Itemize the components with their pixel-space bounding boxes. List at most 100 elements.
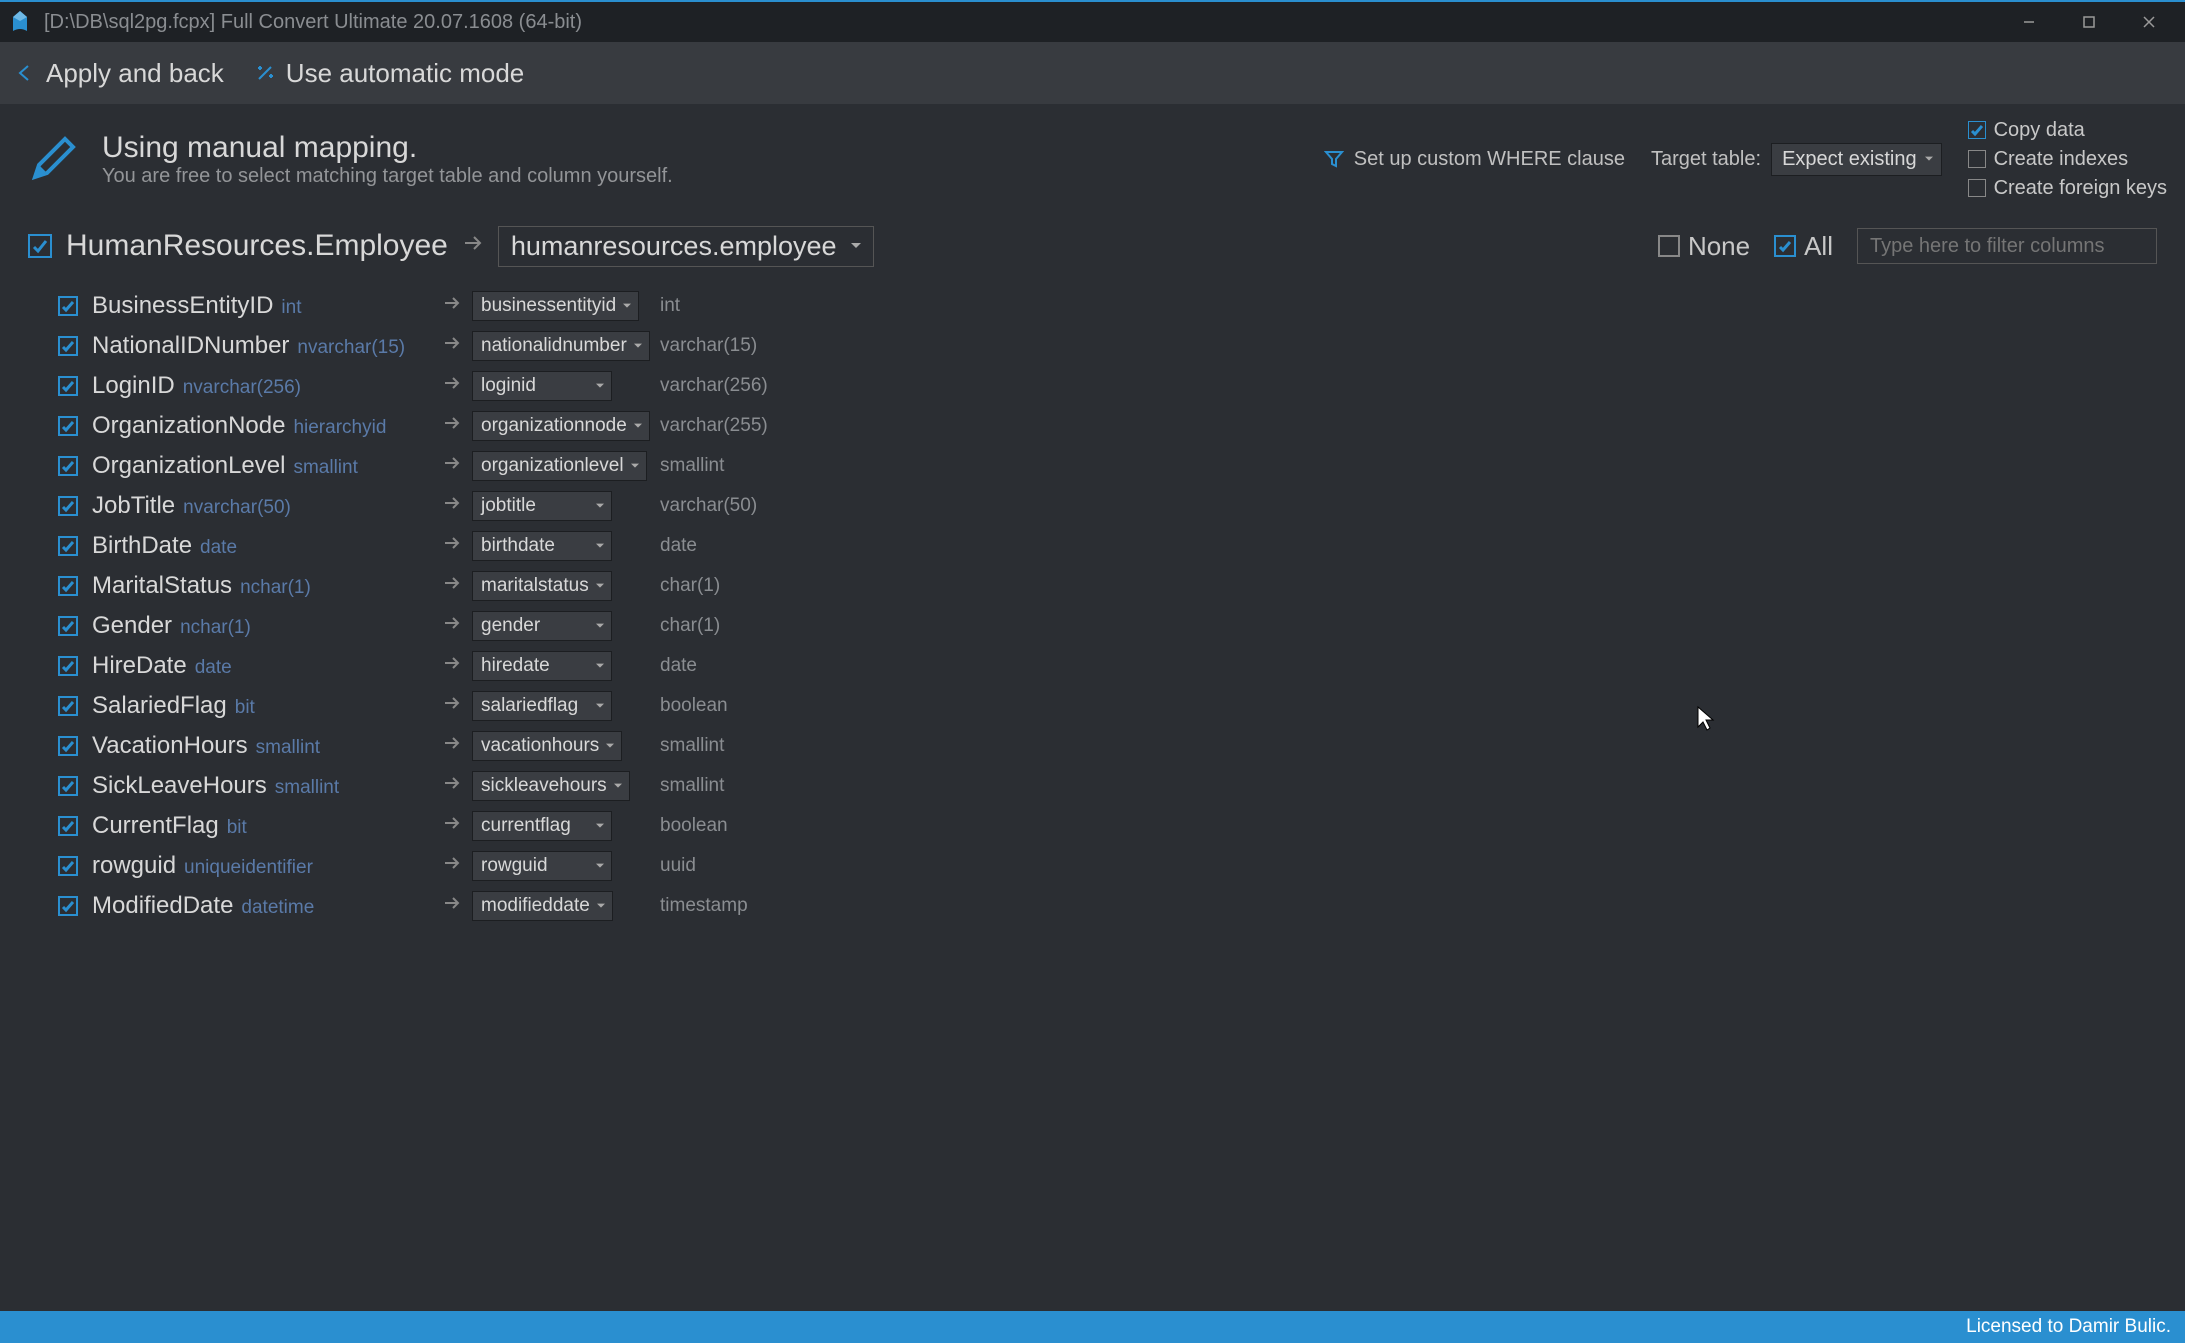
column-checkbox[interactable] [58,776,78,796]
target-column-type: varchar(256) [660,375,768,397]
create-indexes-label: Create indexes [1994,148,2129,171]
target-column-type: int [660,295,680,317]
column-checkbox[interactable] [58,816,78,836]
target-table-dropdown[interactable]: Expect existing [1771,143,1942,176]
target-table-label: Target table: [1651,148,1761,171]
column-checkbox[interactable] [58,376,78,396]
target-column-dropdown[interactable]: maritalstatus [472,571,612,601]
arrow-right-icon [442,533,462,559]
column-mapping-list: BusinessEntityIDintbusinessentityidintNa… [0,278,2185,926]
column-checkbox[interactable] [58,656,78,676]
arrow-right-icon [448,232,498,260]
column-checkbox[interactable] [58,496,78,516]
source-column-type: nvarchar(256) [183,377,301,399]
source-column-type: nchar(1) [240,577,311,599]
create-fk-label: Create foreign keys [1994,177,2167,200]
source-column-name: VacationHours [92,732,248,760]
target-column-dropdown[interactable]: salariedflag [472,691,612,721]
column-checkbox[interactable] [58,696,78,716]
arrow-right-icon [442,813,462,839]
column-row: BirthDatedatebirthdatedate [58,526,2157,566]
column-checkbox[interactable] [58,616,78,636]
apply-and-back-button[interactable]: Apply and back [14,58,224,89]
arrow-right-icon [442,733,462,759]
license-text: Licensed to Damir Bulic. [1966,1316,2171,1338]
source-column-type: date [195,657,232,679]
source-column-type: nchar(1) [180,617,251,639]
column-row: SalariedFlagbitsalariedflagboolean [58,686,2157,726]
maximize-button[interactable] [2059,7,2119,37]
source-column-type: nvarchar(15) [297,337,405,359]
column-checkbox[interactable] [58,336,78,356]
target-column-type: varchar(50) [660,495,757,517]
source-column-type: uniqueidentifier [184,857,313,879]
target-column-type: char(1) [660,615,720,637]
custom-where-button[interactable]: Set up custom WHERE clause [1324,148,1625,171]
auto-mode-label: Use automatic mode [286,58,524,89]
target-column-dropdown[interactable]: organizationnode [472,411,650,441]
target-column-dropdown[interactable]: birthdate [472,531,612,561]
target-column-dropdown[interactable]: loginid [472,371,612,401]
target-column-dropdown[interactable]: vacationhours [472,731,622,761]
target-table-name-dropdown[interactable]: humanresources.employee [498,226,874,267]
table-select-checkbox[interactable] [28,234,52,258]
target-column-dropdown[interactable]: organizationlevel [472,451,647,481]
target-column-dropdown[interactable]: hiredate [472,651,612,681]
column-checkbox[interactable] [58,536,78,556]
target-column-type: smallint [660,775,724,797]
create-indexes-checkbox[interactable]: Create indexes [1968,148,2167,171]
source-column-type: datetime [241,897,314,919]
use-automatic-mode-button[interactable]: Use automatic mode [254,58,524,89]
column-checkbox[interactable] [58,576,78,596]
arrow-right-icon [442,693,462,719]
target-column-dropdown[interactable]: currentflag [472,811,612,841]
target-column-dropdown[interactable]: jobtitle [472,491,612,521]
target-column-dropdown[interactable]: modifieddate [472,891,613,921]
column-checkbox[interactable] [58,296,78,316]
filter-columns-input[interactable] [1857,228,2157,264]
column-checkbox[interactable] [58,856,78,876]
target-column-dropdown[interactable]: sickleavehours [472,771,630,801]
column-checkbox[interactable] [58,416,78,436]
info-subline: You are free to select matching target t… [102,165,673,188]
column-row: CurrentFlagbitcurrentflagboolean [58,806,2157,846]
target-column-type: smallint [660,735,724,757]
target-column-type: smallint [660,455,724,477]
minimize-button[interactable] [1999,7,2059,37]
source-column-name: SickLeaveHours [92,772,267,800]
column-checkbox[interactable] [58,736,78,756]
source-column-type: smallint [293,457,357,479]
target-column-type: date [660,535,697,557]
source-column-type: smallint [256,737,320,759]
source-column-name: CurrentFlag [92,812,219,840]
target-column-dropdown[interactable]: businessentityid [472,291,639,321]
source-column-type: int [281,297,301,319]
toolbar: Apply and back Use automatic mode [0,42,2185,104]
source-column-name: MaritalStatus [92,572,232,600]
source-table-name: HumanResources.Employee [66,229,448,263]
status-bar: Licensed to Damir Bulic. [0,1311,2185,1343]
select-all-checkbox[interactable]: All [1774,231,1833,262]
target-column-dropdown[interactable]: nationalidnumber [472,331,650,361]
magic-wand-icon [254,62,276,84]
target-column-type: char(1) [660,575,720,597]
source-column-type: bit [235,697,255,719]
column-checkbox[interactable] [58,456,78,476]
arrow-right-icon [442,653,462,679]
target-column-dropdown[interactable]: rowguid [472,851,612,881]
close-button[interactable] [2119,7,2179,37]
target-column-dropdown[interactable]: gender [472,611,612,641]
create-fk-checkbox[interactable]: Create foreign keys [1968,177,2167,200]
target-column-type: uuid [660,855,696,877]
source-column-name: OrganizationNode [92,412,285,440]
source-column-name: NationalIDNumber [92,332,289,360]
apply-back-label: Apply and back [46,58,224,89]
column-checkbox[interactable] [58,896,78,916]
column-row: Gendernchar(1)genderchar(1) [58,606,2157,646]
source-column-name: BirthDate [92,532,192,560]
source-column-type: bit [227,817,247,839]
copy-data-checkbox[interactable]: Copy data [1968,119,2167,142]
table-mapping-header: HumanResources.Employee humanresources.e… [0,214,2185,278]
arrow-right-icon [442,493,462,519]
select-none-checkbox[interactable]: None [1658,231,1750,262]
